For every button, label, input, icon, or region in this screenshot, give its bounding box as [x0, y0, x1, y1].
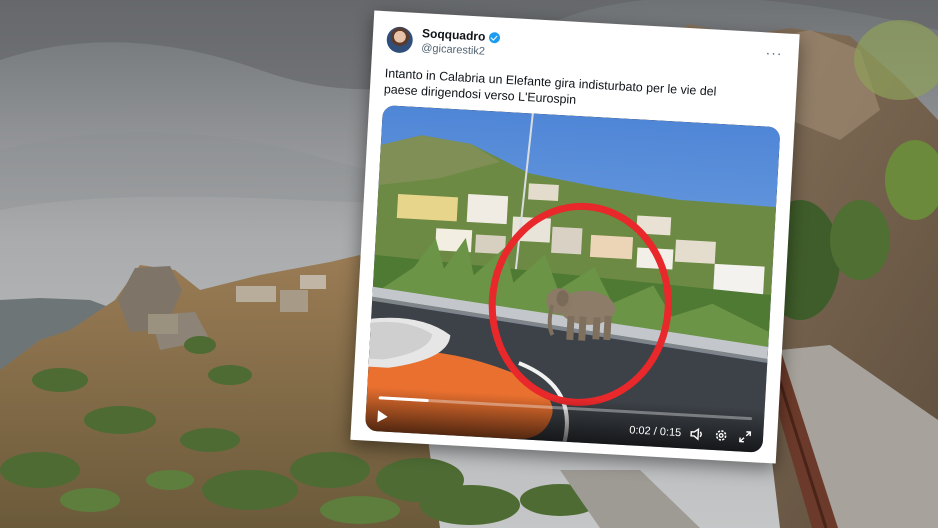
- play-icon[interactable]: [377, 410, 389, 423]
- tweet-card: Soqquadro @gicarestik2 ··· Intanto in Ca…: [350, 10, 800, 464]
- video-progress-fill: [378, 396, 429, 403]
- video-time: 0:02 / 0:15: [628, 424, 682, 440]
- avatar[interactable]: [386, 26, 414, 54]
- volume-icon[interactable]: [689, 426, 706, 443]
- gear-icon[interactable]: [713, 427, 730, 444]
- author-handle[interactable]: @gicarestik2: [421, 41, 500, 60]
- more-options-icon[interactable]: ···: [765, 44, 783, 61]
- author-block: Soqquadro @gicarestik2: [421, 26, 501, 60]
- verified-badge-icon: [489, 31, 501, 44]
- video-player[interactable]: 0:02 / 0:15: [364, 105, 781, 453]
- fullscreen-icon[interactable]: [737, 428, 754, 445]
